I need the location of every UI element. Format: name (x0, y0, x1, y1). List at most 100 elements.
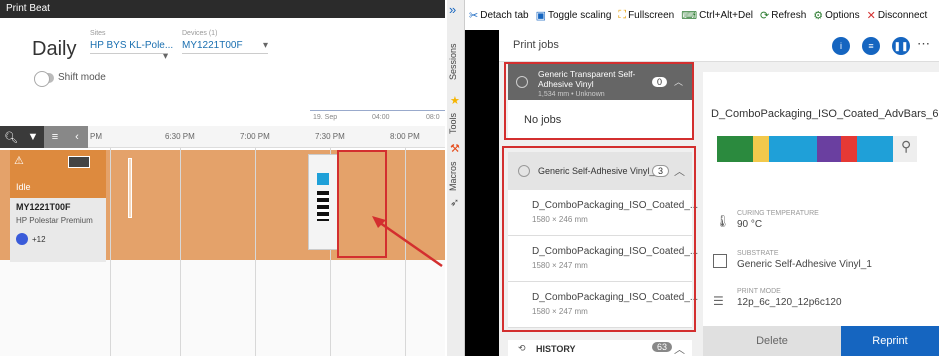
window-title: Print Beat (0, 0, 445, 18)
bars-graphic (317, 191, 329, 221)
highlight-box (504, 62, 694, 140)
tick-label: 6:30 PM (165, 132, 195, 141)
fullscreen-icon: ⛶ (618, 8, 627, 21)
reprint-button[interactable]: Reprint (841, 326, 939, 356)
chevrons-right-icon[interactable]: » (449, 2, 456, 17)
date-label: 19. Sep (313, 114, 338, 121)
device-model: HP Polestar Premium (16, 216, 93, 225)
job-detail-title: D_ComboPackaging_ISO_Coated_AdvBars_6... (711, 108, 939, 120)
substrate-label: SUBSTRATE (737, 250, 779, 257)
search-icon[interactable]: 🔍︎ (0, 126, 22, 148)
print-mode: PRINT MODE 12p_6c_120_12p6c120 (737, 288, 842, 308)
sites-label: Sites (90, 30, 106, 37)
color-swatch (317, 173, 329, 185)
zoom-icon[interactable]: ⚲ (901, 138, 911, 155)
panel-header: Print jobs i ≡ ❚❚ ⋯ (499, 30, 939, 62)
ctrl-alt-del-button[interactable]: ⌨ Ctrl+Alt+Del (681, 9, 753, 22)
highlight-box (502, 146, 696, 332)
tick-label: 7:00 PM (240, 132, 270, 141)
fullscreen-label: Fullscreen (628, 9, 675, 21)
grid-line (255, 148, 256, 356)
history-header[interactable]: ⟲ HISTORY 63 ︿ (508, 340, 692, 356)
chevron-up-icon[interactable]: ︿ (674, 341, 685, 357)
refresh-icon: ⟳ (760, 9, 770, 22)
warning-icon: ⚠ (14, 155, 24, 167)
user-count: +12 (32, 234, 46, 244)
disconnect-label: Disconnect (877, 9, 928, 21)
device-status: Idle (16, 182, 31, 192)
timeline-toolbar: 🔍︎ ▼ ≡ ‹ PM 6:30 PM 7:00 PM 7:30 PM 8:00… (0, 126, 445, 148)
tick-label: 8:00 PM (390, 132, 420, 141)
shift-mode-toggle[interactable] (34, 71, 54, 87)
time-0400: 04:00 (372, 114, 390, 121)
more-icon[interactable]: ⋯ (917, 36, 930, 52)
history-label: HISTORY (536, 344, 576, 354)
macro-icon: ➶ (450, 197, 460, 209)
substrate-icon (713, 254, 727, 268)
options-button[interactable]: ⚙ Options (813, 9, 859, 22)
substrate-value: Generic Self-Adhesive Vinyl_1 (737, 259, 872, 270)
substrate: SUBSTRATE Generic Self-Adhesive Vinyl_1 (737, 250, 872, 270)
grid-line (110, 148, 111, 356)
wrench-icon: ⚒ (450, 143, 460, 155)
close-icon: ✕ (866, 9, 876, 22)
refresh-button[interactable]: ⟳ Refresh (760, 9, 806, 22)
remote-toolbar: ✂ Detach tab ▣ Toggle scaling ⛶ Fullscreen … (465, 0, 939, 30)
options-label: Options (825, 9, 860, 21)
detach-icon: ✂ (469, 9, 479, 22)
site-select[interactable]: HP BYS KL-Pole... ▾ (90, 40, 173, 62)
refresh-label: Refresh (771, 9, 807, 21)
user-avatar-icon (16, 233, 28, 245)
curing-value: 90 °C (737, 219, 763, 230)
printer-icon (68, 156, 90, 168)
history-icon: ⟲ (518, 343, 526, 353)
curing-temp: CURING TEMPERATURE 90 °C (737, 210, 819, 230)
filter-icon[interactable]: ▼ (22, 126, 44, 148)
toggle-scaling-button[interactable]: ▣ Toggle scaling (536, 9, 612, 22)
gear-icon: ⚙ (813, 9, 824, 22)
toggle-scaling-label: Toggle scaling (548, 9, 612, 21)
device-value: MY1221T00F (182, 40, 243, 51)
devices-label: Devices (1) (182, 30, 218, 37)
grid-line (180, 148, 181, 356)
device-card[interactable]: ⚠ Idle MY1221T00F HP Polestar Premium +1… (10, 150, 106, 262)
monitor-icon: ▣ (535, 9, 546, 22)
job-preview-thumbnail (717, 136, 917, 162)
tab-macros[interactable]: Macros (448, 156, 464, 196)
red-arrow (372, 216, 443, 268)
print-mode-icon: ☰ (713, 294, 724, 308)
pause-icon[interactable]: ❚❚ (892, 37, 910, 55)
thermometer-icon: 🌡︎ (715, 214, 731, 228)
tick-label: 7:30 PM (315, 132, 345, 141)
device-select[interactable]: MY1221T00F ▾ (182, 40, 268, 54)
site-value: HP BYS KL-Pole... (90, 40, 174, 51)
job-marker[interactable] (128, 158, 132, 218)
info-icon[interactable]: i (832, 37, 850, 55)
curing-label: CURING TEMPERATURE (737, 210, 819, 217)
chevron-left-icon[interactable]: ‹ (66, 126, 88, 148)
device-name: MY1221T00F (16, 202, 71, 212)
panel-title: Print jobs (513, 39, 559, 51)
print-mode-value: 12p_6c_120_12p6c120 (737, 297, 842, 308)
tab-tools[interactable]: Tools (448, 106, 464, 140)
device-card-header: ⚠ Idle (10, 150, 106, 198)
time-08: 08:0 (426, 114, 440, 121)
tick-label: PM (90, 132, 102, 141)
side-tab-strip: » Sessions ★ Tools ⚒ Macros ➶ (447, 0, 465, 356)
tab-sessions[interactable]: Sessions (448, 34, 464, 90)
ctrl-alt-del-label: Ctrl+Alt+Del (699, 9, 754, 21)
queue-icon[interactable]: ≡ (862, 37, 880, 55)
delete-button[interactable]: Delete (703, 326, 841, 356)
chevron-down-icon: ▾ (162, 51, 168, 62)
timeline-grid (0, 260, 445, 356)
sort-icon[interactable]: ≡ (44, 126, 66, 148)
view-label: Daily (32, 38, 77, 60)
shift-mode-label: Shift mode (58, 72, 106, 83)
printer-thumbnail[interactable] (308, 154, 338, 250)
detach-tab-button[interactable]: ✂ Detach tab (469, 9, 529, 22)
remote-desktop-margin (465, 30, 499, 356)
keyboard-icon: ⌨ (681, 9, 698, 22)
fullscreen-button[interactable]: ⛶ Fullscreen (618, 9, 674, 22)
chevron-down-icon: ▾ (262, 40, 268, 51)
disconnect-button[interactable]: ✕ Disconnect (867, 9, 928, 22)
